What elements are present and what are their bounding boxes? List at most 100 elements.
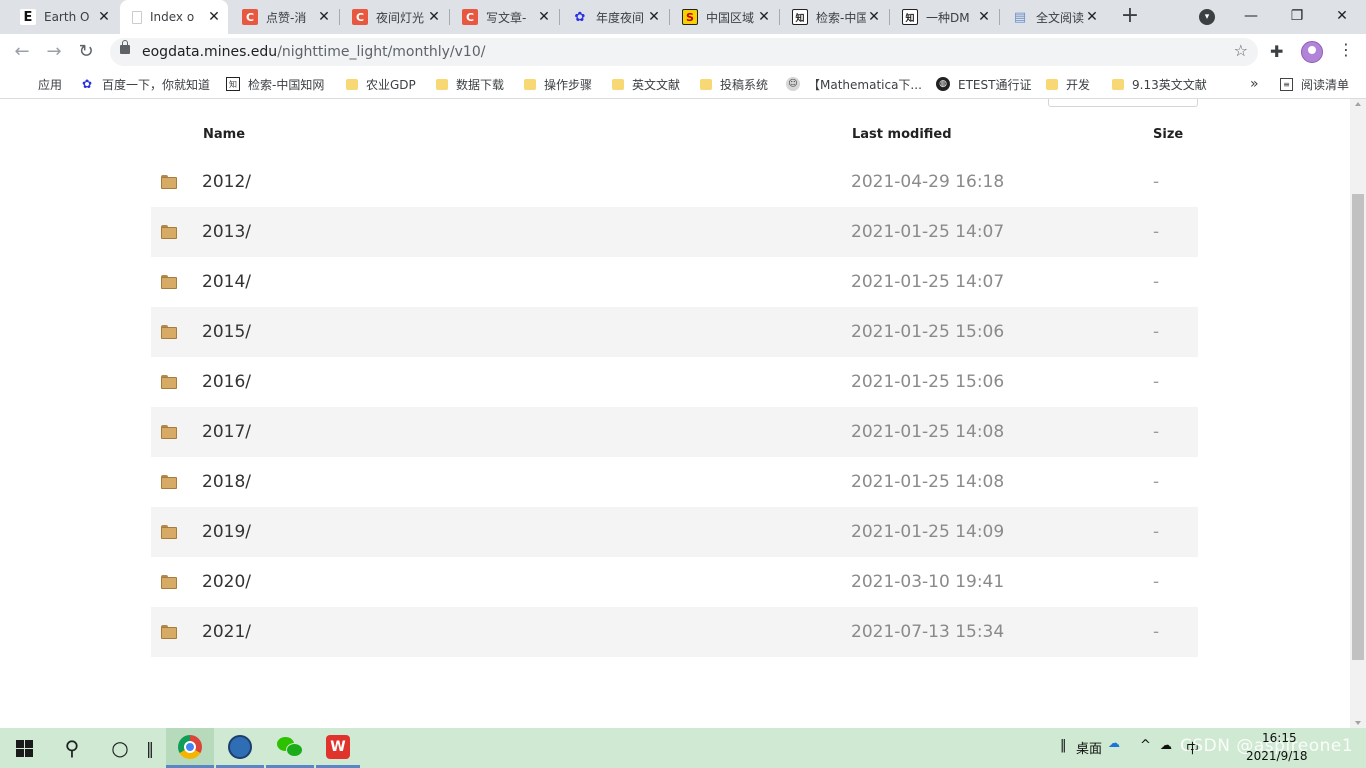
tab-csdn-write[interactable]: C 写文章- ✕ xyxy=(450,0,558,34)
size: - xyxy=(1153,322,1160,342)
bookmarks-overflow-button[interactable]: » xyxy=(1250,75,1259,93)
table-row[interactable]: 2012/ 2021-04-29 16:18 - xyxy=(151,157,1198,207)
scroll-up-arrow-icon[interactable] xyxy=(1355,102,1361,106)
browser-menu-icon[interactable]: ⋮ xyxy=(1338,42,1354,58)
column-header-last-modified[interactable]: Last modified xyxy=(852,127,952,142)
tab-index-of[interactable]: Index o ✕ xyxy=(120,0,228,34)
bookmark-cnki[interactable]: 知 检索-中国知网 xyxy=(226,75,324,93)
lock-icon[interactable] xyxy=(120,40,130,54)
column-header-size[interactable]: Size xyxy=(1153,127,1183,142)
search-box-clipped[interactable] xyxy=(1048,99,1198,107)
table-row[interactable]: 2019/ 2021-01-25 14:09 - xyxy=(151,507,1198,557)
bookmark-folder-steps[interactable]: 操作步骤 xyxy=(524,75,592,93)
directory-link[interactable]: 2018/ xyxy=(202,472,251,492)
page-scrollbar[interactable] xyxy=(1350,99,1366,728)
directory-link[interactable]: 2014/ xyxy=(202,272,251,292)
cloud-sync-icon[interactable]: ☁ xyxy=(1160,738,1172,752)
cortana-icon[interactable]: ○ xyxy=(96,728,144,768)
tab-cnki-dmsp[interactable]: 知 一种DM ✕ xyxy=(890,0,998,34)
start-button[interactable] xyxy=(0,728,48,768)
bookmark-mathematica[interactable]: ☺ 【Mathematica下... xyxy=(786,75,922,93)
url-text[interactable]: eogdata.mines.edu/nighttime_light/monthl… xyxy=(142,43,485,61)
table-row[interactable]: 2015/ 2021-01-25 15:06 - xyxy=(151,307,1198,357)
table-row[interactable]: 2018/ 2021-01-25 14:08 - xyxy=(151,457,1198,507)
tab-search-icon[interactable]: ▾ xyxy=(1199,9,1215,25)
tab-csdn-night-light[interactable]: C 夜间灯光 ✕ xyxy=(340,0,448,34)
directory-link[interactable]: 2017/ xyxy=(202,422,251,442)
bookmark-folder-913-papers[interactable]: 9.13英文文献 xyxy=(1112,75,1207,93)
bookmark-apps[interactable]: 应用 xyxy=(16,75,62,93)
bookmark-etest[interactable]: ◍ ETEST通行证 xyxy=(936,75,1031,93)
folder-icon xyxy=(1046,78,1058,90)
last-modified: 2021-01-25 15:06 xyxy=(851,372,1005,392)
new-tab-button[interactable]: + xyxy=(1118,5,1142,29)
directory-link[interactable]: 2013/ xyxy=(202,222,251,242)
directory-link[interactable]: 2015/ xyxy=(202,322,251,342)
directory-link[interactable]: 2012/ xyxy=(202,172,251,192)
tab-close-icon[interactable]: ✕ xyxy=(96,9,112,25)
tab-close-icon[interactable]: ✕ xyxy=(426,9,442,25)
tab-close-icon[interactable]: ✕ xyxy=(316,9,332,25)
tab-strip: E Earth O ✕ Index o ✕ C 点赞-消 ✕ C 夜间灯光 ✕ … xyxy=(0,0,1366,34)
bookmark-folder-english-papers[interactable]: 英文文献 xyxy=(612,75,680,93)
column-header-name[interactable]: Name xyxy=(203,127,245,142)
directory-link[interactable]: 2021/ xyxy=(202,622,251,642)
clock-date[interactable]: 2021/9/18 xyxy=(1246,749,1308,763)
reload-button[interactable]: ↻ xyxy=(74,40,98,64)
folder-icon xyxy=(161,625,177,639)
tab-close-icon[interactable]: ✕ xyxy=(756,9,772,25)
taskbar-wps[interactable]: W xyxy=(316,728,360,768)
table-row[interactable]: 2013/ 2021-01-25 14:07 - xyxy=(151,207,1198,257)
table-row[interactable]: 2014/ 2021-01-25 14:07 - xyxy=(151,257,1198,307)
bookmark-baidu[interactable]: ✿ 百度一下，你就知道 xyxy=(80,75,210,93)
table-row[interactable]: 2016/ 2021-01-25 15:06 - xyxy=(151,357,1198,407)
bookmark-folder-submission[interactable]: 投稿系统 xyxy=(700,75,768,93)
reading-list-button[interactable]: ≡ 阅读清单 xyxy=(1280,75,1349,93)
taskbar-wechat[interactable] xyxy=(266,728,314,768)
tab-close-icon[interactable]: ✕ xyxy=(206,9,222,25)
back-button[interactable]: ← xyxy=(10,40,34,64)
scrollbar-thumb[interactable] xyxy=(1352,194,1364,660)
reading-list-label: 阅读清单 xyxy=(1301,77,1350,92)
tab-close-icon[interactable]: ✕ xyxy=(976,9,992,25)
tab-baidu-annual[interactable]: ✿ 年度夜间 ✕ xyxy=(560,0,668,34)
close-window-button[interactable]: ✕ xyxy=(1322,4,1362,28)
bookmark-star-icon[interactable]: ☆ xyxy=(1234,41,1248,60)
table-row[interactable]: 2021/ 2021-07-13 15:34 - xyxy=(151,607,1198,657)
tab-close-icon[interactable]: ✕ xyxy=(1084,9,1100,25)
tab-china-region[interactable]: S 中国区域 ✕ xyxy=(670,0,778,34)
windows-logo-icon xyxy=(15,739,33,757)
profile-avatar[interactable] xyxy=(1301,41,1323,63)
taskbar-globe-app[interactable] xyxy=(216,728,264,768)
taskbar-chrome[interactable] xyxy=(166,728,214,768)
extensions-puzzle-icon[interactable]: ✚ xyxy=(1270,42,1283,61)
bookmark-folder-dev[interactable]: 开发 xyxy=(1046,75,1090,93)
bookmark-label: ETEST通行证 xyxy=(958,77,1032,92)
directory-link[interactable]: 2020/ xyxy=(202,572,251,592)
desktop-toolbar[interactable]: 桌面 xyxy=(1076,738,1102,757)
restore-button[interactable]: ❐ xyxy=(1277,4,1317,28)
table-row[interactable]: 2017/ 2021-01-25 14:08 - xyxy=(151,407,1198,457)
task-view-icon[interactable]: ‖ xyxy=(140,728,160,768)
tab-label: 全文阅读 xyxy=(1036,10,1084,25)
address-bar[interactable]: eogdata.mines.edu/nighttime_light/monthl… xyxy=(110,38,1258,66)
tab-earth-observation[interactable]: E Earth O ✕ xyxy=(8,0,118,34)
tab-close-icon[interactable]: ✕ xyxy=(536,9,552,25)
tray-expand-icon[interactable]: ^ xyxy=(1140,738,1151,753)
tab-close-icon[interactable]: ✕ xyxy=(866,9,882,25)
onedrive-icon[interactable]: ☁ xyxy=(1108,736,1120,750)
directory-link[interactable]: 2019/ xyxy=(202,522,251,542)
taskbar-search-icon[interactable]: ⚲ xyxy=(48,728,96,768)
directory-link[interactable]: 2016/ xyxy=(202,372,251,392)
tab-cnki-search[interactable]: 知 检索-中国 ✕ xyxy=(780,0,888,34)
forward-button[interactable]: → xyxy=(42,40,66,64)
bookmark-folder-data-download[interactable]: 数据下载 xyxy=(436,75,504,93)
tab-csdn-like[interactable]: C 点赞-消 ✕ xyxy=(230,0,338,34)
minimize-button[interactable]: — xyxy=(1231,4,1271,28)
tab-close-icon[interactable]: ✕ xyxy=(646,9,662,25)
tab-fulltext-reading[interactable]: ▤ 全文阅读 ✕ xyxy=(1000,0,1106,34)
bookmark-folder-agri-gdp[interactable]: 农业GDP xyxy=(346,75,416,93)
scroll-down-arrow-icon[interactable] xyxy=(1355,721,1361,725)
table-row[interactable]: 2020/ 2021-03-10 19:41 - xyxy=(151,557,1198,607)
clock-time[interactable]: 16:15 xyxy=(1262,731,1297,745)
